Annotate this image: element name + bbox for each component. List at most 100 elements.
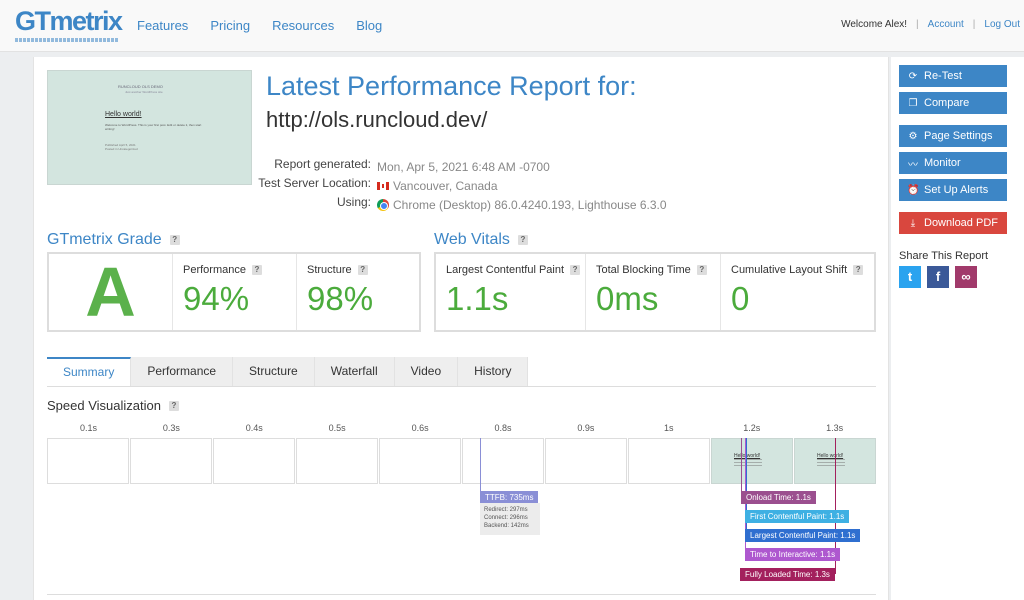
speed-visualization-title: Speed Visualization ? bbox=[47, 398, 179, 413]
filmstrip-frame[interactable] bbox=[213, 438, 295, 484]
pdf-icon: ⤓ bbox=[910, 217, 916, 229]
tick-label: 0.1s bbox=[79, 423, 97, 433]
filmstrip-frame[interactable] bbox=[379, 438, 461, 484]
meta-value-wrap: Vancouver, Canada bbox=[377, 176, 498, 195]
tbt-label: Total Blocking Time bbox=[596, 264, 691, 276]
thumb-post-meta: Published April 5, 2021 Posted in Uncate… bbox=[105, 143, 138, 151]
ttfb-backend: Backend: 142ms bbox=[484, 523, 529, 529]
frame-preview-lines bbox=[734, 459, 762, 467]
nav-resources[interactable]: Resources bbox=[272, 18, 334, 33]
user-bar: Welcome Alex! | Account | Log Out bbox=[841, 19, 1020, 30]
link-icon[interactable]: ∞ bbox=[955, 266, 977, 288]
nav-pricing[interactable]: Pricing bbox=[210, 18, 250, 33]
metric-label-wrap: Performance? bbox=[183, 264, 262, 276]
report-url: http://ols.runcloud.dev/ bbox=[266, 107, 488, 132]
compare-button[interactable]: ❐ Compare bbox=[899, 92, 1007, 114]
tab-summary[interactable]: Summary bbox=[47, 357, 132, 387]
tti-label: Time to Interactive: 1.1s bbox=[745, 548, 841, 561]
meta-value: Mon, Apr 5, 2021 6:48 AM -0700 bbox=[377, 159, 550, 174]
ttfb-marker bbox=[480, 438, 481, 496]
onload-marker bbox=[741, 438, 742, 498]
structure-metric: Structure? 98% bbox=[297, 254, 419, 330]
meta-row-generated: Report generated: Mon, Apr 5, 2021 6:48 … bbox=[34, 157, 667, 176]
cls-value: 0 bbox=[731, 280, 750, 317]
tick-label: 1s bbox=[664, 423, 674, 433]
filmstrip-frame[interactable] bbox=[47, 438, 129, 484]
frame-preview-lines bbox=[817, 459, 845, 467]
help-icon[interactable]: ? bbox=[853, 265, 864, 275]
retest-label: Re-Test bbox=[924, 70, 962, 82]
gear-icon: ⚙ bbox=[908, 130, 918, 142]
filmstrip: Hello world! Hello world! bbox=[47, 438, 876, 484]
report-panel: RUNCLOUD OLS DEMO Just another WordPress… bbox=[33, 57, 889, 600]
lcp-label: Largest Contentful Paint bbox=[446, 264, 565, 276]
structure-value: 98% bbox=[307, 280, 374, 317]
facebook-icon[interactable]: f bbox=[927, 266, 949, 288]
download-pdf-button[interactable]: ⤓ Download PDF bbox=[899, 212, 1007, 234]
metric-label-wrap: Structure? bbox=[307, 264, 368, 276]
thumb-post-author: Posted in Uncategorized bbox=[105, 147, 138, 151]
filmstrip-frame[interactable] bbox=[130, 438, 212, 484]
tab-structure[interactable]: Structure bbox=[233, 357, 315, 387]
tick-label: 1.2s bbox=[743, 423, 761, 433]
chrome-icon bbox=[377, 198, 389, 211]
filmstrip-frame[interactable] bbox=[545, 438, 627, 484]
thumb-post-body: Welcome to WordPress. This is your first… bbox=[105, 123, 202, 131]
monitor-button[interactable]: 〰 Monitor bbox=[899, 152, 1007, 174]
help-icon[interactable]: ? bbox=[169, 235, 180, 245]
filmstrip-frame[interactable] bbox=[628, 438, 710, 484]
help-icon[interactable]: ? bbox=[696, 265, 707, 275]
filmstrip-frame-rendered[interactable]: Hello world! bbox=[711, 438, 793, 484]
account-link[interactable]: Account bbox=[928, 19, 964, 30]
filmstrip-frame[interactable] bbox=[462, 438, 544, 484]
separator: | bbox=[972, 19, 976, 30]
tick-label: 0.4s bbox=[245, 423, 263, 433]
nav-features[interactable]: Features bbox=[137, 18, 188, 33]
help-icon[interactable]: ? bbox=[251, 265, 262, 275]
grade-letter: A bbox=[49, 254, 173, 330]
metric-label-wrap: Cumulative Layout Shift? bbox=[731, 264, 864, 276]
welcome-text: Welcome Alex! bbox=[841, 19, 908, 30]
set-up-alerts-button[interactable]: ⏰ Set Up Alerts bbox=[899, 179, 1007, 201]
thumb-tagline: Just another WordPress site bbox=[125, 90, 163, 94]
lcp-metric: Largest Contentful Paint? 1.1s bbox=[436, 254, 586, 330]
onload-label: Onload Time: 1.1s bbox=[741, 491, 816, 504]
report-title: Latest Performance Report for: bbox=[266, 71, 637, 101]
help-icon[interactable]: ? bbox=[168, 400, 179, 411]
tab-history[interactable]: History bbox=[458, 357, 529, 387]
grade-title: GTmetrix Grade bbox=[47, 231, 162, 248]
refresh-icon: ⟳ bbox=[908, 70, 918, 82]
fcp-label: First Contentful Paint: 1.1s bbox=[745, 510, 850, 523]
meta-key: Report generated: bbox=[274, 157, 371, 171]
main-nav: Features Pricing Resources Blog bbox=[137, 18, 382, 33]
structure-label: Structure bbox=[307, 264, 352, 276]
performance-label: Performance bbox=[183, 264, 246, 276]
retest-button[interactable]: ⟳ Re-Test bbox=[899, 65, 1007, 87]
vitals-title: Web Vitals bbox=[434, 231, 510, 248]
page-settings-button[interactable]: ⚙ Page Settings bbox=[899, 125, 1007, 147]
twitter-icon[interactable]: t bbox=[899, 266, 921, 288]
report-meta: Report generated: Mon, Apr 5, 2021 6:48 … bbox=[34, 157, 667, 214]
gtmetrix-logo[interactable]: GTmetrix bbox=[15, 6, 123, 37]
lcp-label: Largest Contentful Paint: 1.1s bbox=[745, 529, 861, 542]
logout-link[interactable]: Log Out bbox=[984, 19, 1020, 30]
filmstrip-frame[interactable] bbox=[296, 438, 378, 484]
tab-performance[interactable]: Performance bbox=[131, 357, 234, 387]
report-tabs: Summary Performance Structure Waterfall … bbox=[47, 357, 529, 387]
nav-blog[interactable]: Blog bbox=[356, 18, 382, 33]
tab-waterfall[interactable]: Waterfall bbox=[314, 357, 395, 387]
separator: | bbox=[916, 19, 919, 30]
help-icon[interactable]: ? bbox=[357, 265, 368, 275]
help-icon[interactable]: ? bbox=[570, 265, 581, 275]
meta-value: Vancouver, Canada bbox=[393, 178, 498, 193]
cls-label: Cumulative Layout Shift bbox=[731, 264, 848, 276]
grade-box: A Performance? 94% Structure? 98% bbox=[47, 252, 421, 332]
timeline-ticks: 0.1s 0.3s 0.4s 0.5s 0.6s 0.8s 0.9s 1s 1.… bbox=[47, 423, 876, 433]
vitals-section-title: Web Vitals ? bbox=[434, 231, 528, 249]
tab-video[interactable]: Video bbox=[394, 357, 459, 387]
help-icon[interactable]: ? bbox=[517, 235, 528, 245]
meta-row-using: Using: Chrome (Desktop) 86.0.4240.193, L… bbox=[34, 195, 667, 214]
section-divider bbox=[47, 594, 876, 595]
web-vitals-box: Largest Contentful Paint? 1.1s Total Blo… bbox=[434, 252, 876, 332]
cls-metric: Cumulative Layout Shift? 0 bbox=[721, 254, 874, 330]
